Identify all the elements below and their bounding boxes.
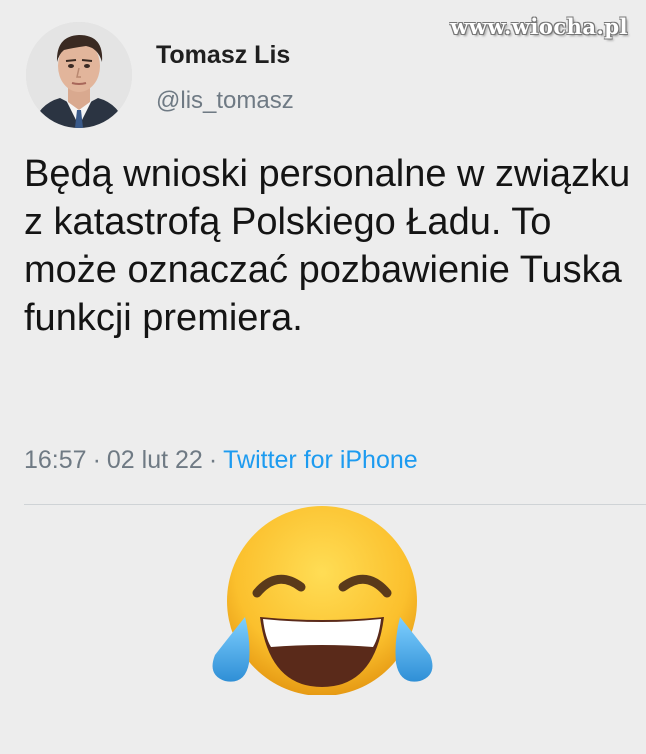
avatar[interactable] [26,22,132,128]
tweet-meta: 16:57 · 02 lut 22 · Twitter for iPhone [24,446,418,475]
tweet-text: Będą wnioski personalne w związku z kata… [24,153,631,339]
tweet-source-link[interactable]: Twitter for iPhone [223,446,418,474]
profile-photo-icon [26,22,132,128]
author-name[interactable]: Tomasz Lis [156,41,290,70]
author-handle[interactable]: @lis_tomasz [156,87,294,115]
face-with-tears-of-joy-icon [205,505,440,696]
watermark: www.wiocha.pl [450,14,628,39]
meta-separator: · [92,446,101,474]
tweet-time: 16:57 [24,446,87,474]
tweet-date: 02 lut 22 [106,446,203,474]
meta-separator: · [208,446,218,474]
